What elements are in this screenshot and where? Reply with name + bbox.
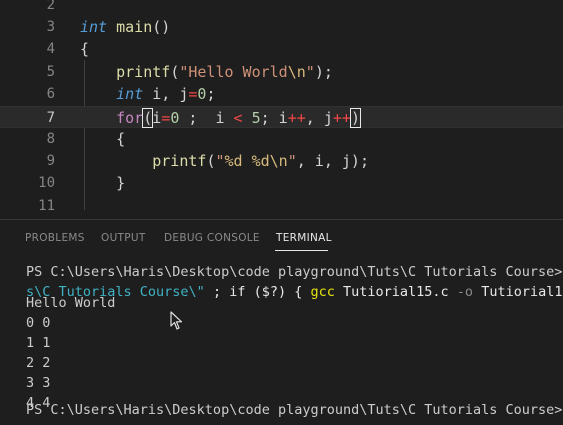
code-token: { — [80, 40, 90, 58]
line-number: 7 — [46, 110, 55, 126]
code-token: ++ — [287, 109, 306, 127]
line-number: 6 — [46, 86, 55, 102]
code-text: printf("%d %d\n", i, j); — [80, 150, 369, 172]
code-line[interactable]: 2 — [0, 0, 563, 16]
line-number: 5 — [46, 64, 55, 80]
code-token: i — [152, 109, 162, 127]
code-token: < — [233, 109, 243, 127]
code-line[interactable]: 6 int i, j=0; — [0, 83, 563, 105]
code-text: for(i=0 ; i < 5; i++, j++) — [80, 107, 361, 129]
mouse-pointer-icon — [170, 311, 183, 330]
code-token: main — [116, 18, 153, 36]
code-line[interactable]: 3 int main() — [0, 16, 563, 38]
code-token: ); — [314, 63, 333, 81]
line-number: 11 — [38, 198, 55, 214]
code-token: ++ — [332, 109, 351, 127]
code-token: 0 — [170, 109, 180, 127]
code-token: ( — [142, 108, 154, 128]
panel-tab-bar: PROBLEMS OUTPUT DEBUG CONSOLE TERMINAL — [0, 220, 563, 256]
code-text: printf("Hello World\n"); — [80, 61, 333, 83]
active-tab-indicator — [275, 250, 328, 251]
terminal-command-line: PS C:\Users\Haris\Desktop\code playgroun… — [26, 262, 563, 282]
terminal-output-line: Hello World — [26, 295, 116, 311]
code-token: ) — [349, 108, 361, 128]
tab-output[interactable]: OUTPUT — [101, 232, 146, 244]
code-token: { — [80, 130, 126, 148]
code-token: int — [80, 18, 108, 36]
code-token: i, j — [143, 85, 189, 103]
line-number: 9 — [46, 153, 55, 169]
code-token: ; — [206, 85, 216, 103]
terminal-prompt-line: PS C:\Users\Haris\Desktop\code playgroun… — [26, 399, 563, 419]
code-line[interactable]: 10 } — [0, 172, 563, 194]
line-number: 8 — [46, 131, 55, 147]
terminal-output-line: 3 3 — [26, 375, 51, 391]
code-token: \n — [287, 63, 306, 81]
terminal-prompt: PS C:\Users\Haris\Desktop\code playgroun… — [26, 402, 563, 418]
command-if: ; if ($?) { — [204, 284, 311, 300]
code-line[interactable]: 5 printf("Hello World\n"); — [0, 61, 563, 83]
code-token: , j — [305, 109, 333, 127]
tab-problems[interactable]: PROBLEMS — [25, 232, 85, 244]
code-token: 5 — [251, 109, 261, 127]
terminal-output-line: 2 2 — [26, 355, 51, 371]
code-token: %d — [251, 152, 270, 170]
code-token: \n — [269, 152, 288, 170]
terminal-output-line: 0 0 — [26, 315, 51, 331]
code-token: } — [80, 174, 126, 192]
code-line[interactable]: 9 printf("%d %d\n", i, j); — [0, 150, 563, 172]
command-source-file: Tutiorial15.c — [334, 284, 457, 300]
code-text: int i, j=0; — [80, 83, 215, 105]
code-token: printf — [152, 152, 207, 170]
command-output-file: Tutiorial15 — [481, 284, 563, 300]
line-number: 4 — [46, 41, 55, 57]
code-token: "Hello World — [179, 63, 288, 81]
code-line[interactable]: 8 { — [0, 128, 563, 150]
code-text: int main() — [80, 16, 170, 38]
code-editor[interactable]: 2 3 int main() 4{5 printf("Hello World\n");… — [0, 0, 563, 219]
code-text: } — [80, 172, 125, 194]
code-text: { — [80, 128, 125, 150]
code-token: printf — [116, 63, 171, 81]
code-token: ; i — [179, 109, 234, 127]
code-text: { — [80, 38, 89, 60]
line-number: 10 — [38, 175, 55, 191]
code-token: ; i — [260, 109, 288, 127]
code-line[interactable]: 7 for(i=0 ; i < 5; i++, j++) — [0, 106, 563, 128]
code-token: () — [152, 18, 171, 36]
tab-terminal[interactable]: TERMINAL — [276, 232, 332, 244]
code-line[interactable]: 4{ — [0, 38, 563, 60]
code-token: %d — [224, 152, 243, 170]
code-token: for — [116, 109, 144, 127]
code-line[interactable]: 11 — [0, 195, 563, 217]
code-token: , i, j); — [296, 152, 369, 170]
code-token: int — [116, 85, 144, 103]
code-token: " — [305, 63, 315, 81]
code-token: " — [287, 152, 297, 170]
terminal-prompt: PS C:\Users\Haris\Desktop\code playgroun… — [26, 264, 563, 280]
command-flag: -o — [456, 284, 474, 300]
line-number: 3 — [46, 19, 55, 35]
code-token: " — [215, 152, 225, 170]
terminal-output-line: 1 1 — [26, 335, 51, 351]
terminal-panel[interactable]: PS C:\Users\Haris\Desktop\code playgroun… — [0, 256, 563, 425]
command-gcc: gcc — [310, 284, 335, 300]
tab-debug-console[interactable]: DEBUG CONSOLE — [164, 232, 260, 244]
code-token: ( — [170, 63, 180, 81]
line-number: 2 — [46, 0, 55, 13]
code-token: = — [161, 109, 171, 127]
